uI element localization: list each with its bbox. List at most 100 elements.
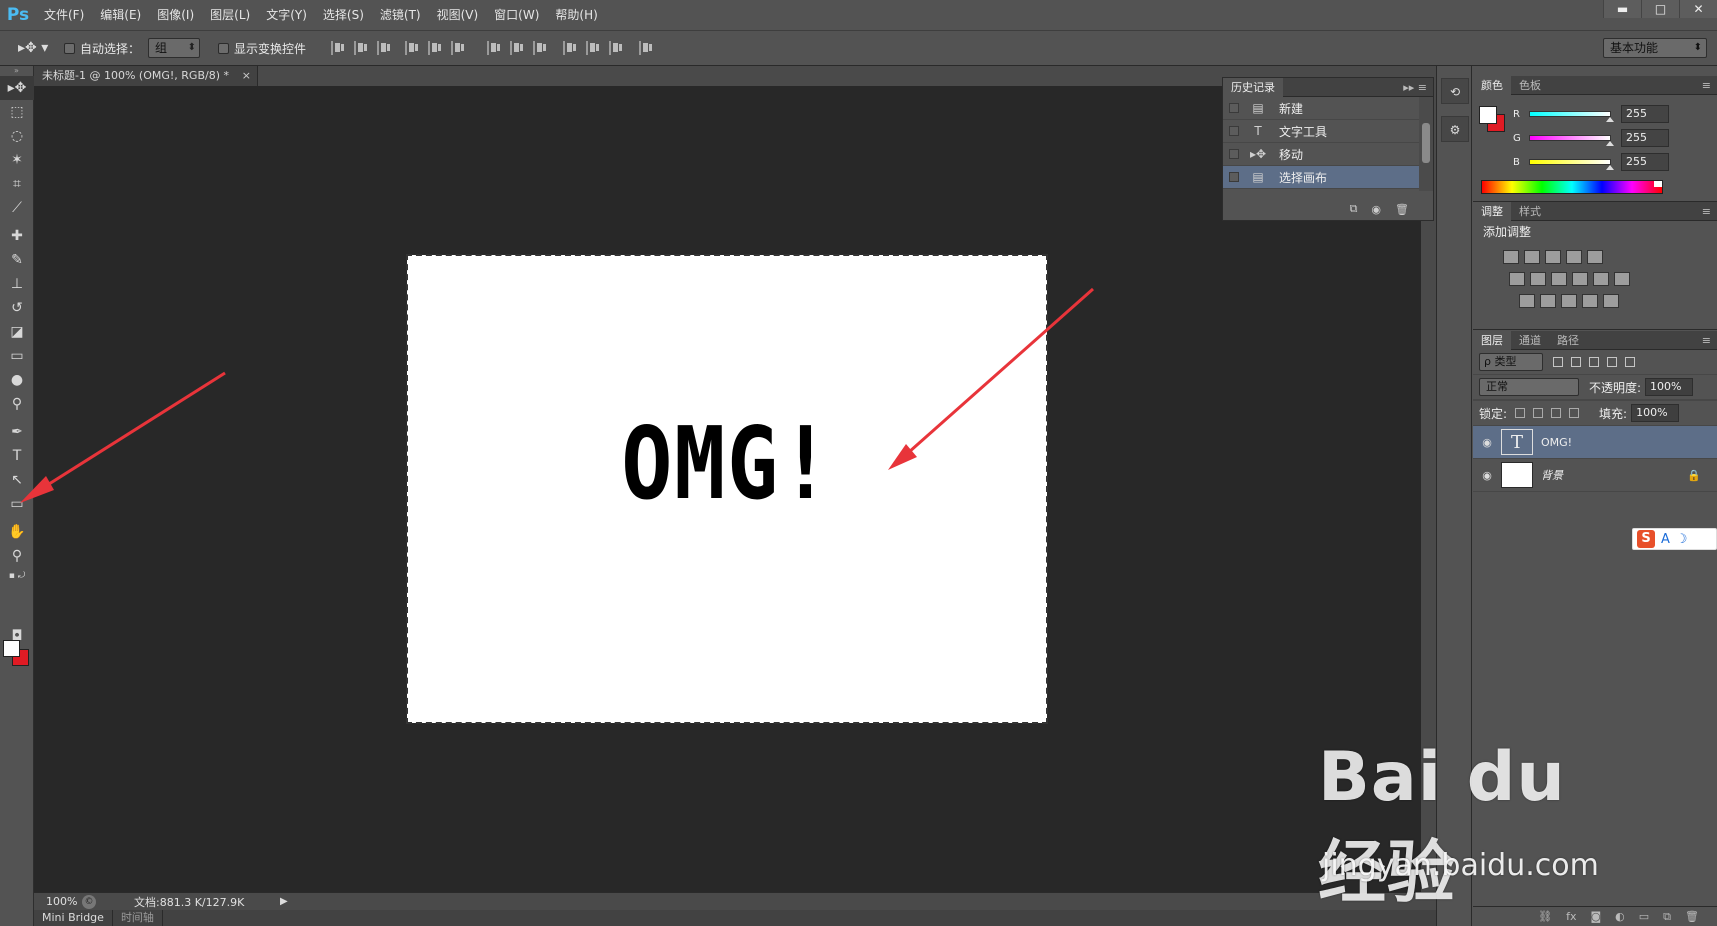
foreground-color-swatch[interactable] bbox=[1479, 106, 1497, 124]
menu-file[interactable]: 文件(F) bbox=[36, 0, 92, 30]
panel-menu-icon[interactable]: ≡ bbox=[1702, 205, 1711, 218]
align-vcenter-icon[interactable] bbox=[354, 41, 368, 55]
align-hcenter-icon[interactable] bbox=[428, 41, 442, 55]
history-item-selected[interactable]: ▤ 选择画布 bbox=[1223, 166, 1420, 189]
tab-swatches[interactable]: 色板 bbox=[1511, 76, 1549, 95]
levels-icon[interactable] bbox=[1524, 250, 1540, 264]
menu-help[interactable]: 帮助(H) bbox=[547, 0, 605, 30]
menu-filter[interactable]: 滤镜(T) bbox=[372, 0, 429, 30]
history-snapshot-checkbox[interactable] bbox=[1229, 149, 1239, 159]
pen-tool-icon[interactable]: ✒ bbox=[0, 420, 34, 444]
distribute-left-icon[interactable] bbox=[563, 41, 577, 55]
menu-window[interactable]: 窗口(W) bbox=[486, 0, 547, 30]
tab-channels[interactable]: 通道 bbox=[1511, 331, 1549, 350]
zoom-tool-icon[interactable]: ⚲ bbox=[0, 544, 34, 568]
opacity-input[interactable]: 100% bbox=[1645, 378, 1694, 396]
layer-row-text[interactable]: ◉ T OMG! bbox=[1473, 426, 1717, 459]
close-button[interactable]: ✕ bbox=[1679, 0, 1717, 18]
lasso-tool-icon[interactable]: ◌ bbox=[0, 124, 34, 148]
tab-mini-bridge[interactable]: Mini Bridge bbox=[34, 910, 113, 926]
history-panel-icon[interactable]: ⟲ bbox=[1441, 78, 1469, 104]
color-lookup-icon[interactable] bbox=[1614, 272, 1630, 286]
history-item[interactable]: ▤ 新建 bbox=[1223, 97, 1420, 120]
marquee-tool-icon[interactable]: ⬚ bbox=[0, 100, 34, 124]
vibrance-icon[interactable] bbox=[1587, 250, 1603, 264]
menu-type[interactable]: 文字(Y) bbox=[258, 0, 315, 30]
align-bottom-icon[interactable] bbox=[377, 41, 391, 55]
menu-image[interactable]: 图像(I) bbox=[149, 0, 202, 30]
lock-position-icon[interactable] bbox=[1551, 408, 1562, 418]
blue-value[interactable]: 255 bbox=[1621, 153, 1669, 171]
toolbox-grip-icon[interactable]: » bbox=[0, 66, 33, 76]
align-right-icon[interactable] bbox=[451, 41, 465, 55]
brush-tool-icon[interactable]: ✎ bbox=[0, 248, 34, 272]
lock-all-icon[interactable] bbox=[1569, 408, 1580, 418]
layer-style-icon[interactable]: fx bbox=[1566, 910, 1576, 923]
show-transform-checkbox[interactable] bbox=[218, 42, 230, 54]
distribute-hcenter-icon[interactable] bbox=[586, 41, 600, 55]
ime-toolbar[interactable]: S A ☽ bbox=[1632, 528, 1717, 550]
history-snapshot-checkbox[interactable] bbox=[1229, 103, 1239, 113]
tab-paths[interactable]: 路径 bbox=[1549, 331, 1587, 350]
red-slider[interactable] bbox=[1529, 111, 1614, 122]
history-snapshot-checkbox[interactable] bbox=[1229, 172, 1239, 182]
history-item[interactable]: ▸✥ 移动 bbox=[1223, 143, 1420, 166]
green-value[interactable]: 255 bbox=[1621, 129, 1669, 147]
visibility-eye-icon[interactable]: ◉ bbox=[1473, 469, 1501, 482]
tab-styles[interactable]: 样式 bbox=[1511, 202, 1549, 221]
link-layers-icon[interactable]: ⛓ bbox=[1538, 910, 1552, 923]
menu-edit[interactable]: 编辑(E) bbox=[92, 0, 149, 30]
document-canvas[interactable]: OMG! bbox=[406, 254, 1048, 724]
threshold-icon[interactable] bbox=[1561, 294, 1577, 308]
blend-mode-dropdown[interactable]: 正常 bbox=[1479, 378, 1579, 396]
visibility-eye-icon[interactable]: ◉ bbox=[1473, 436, 1501, 449]
ime-mode-label[interactable]: A bbox=[1661, 532, 1670, 547]
black-white-icon[interactable] bbox=[1551, 272, 1567, 286]
add-mask-icon[interactable]: ◙ bbox=[1590, 910, 1601, 923]
exposure-icon[interactable] bbox=[1566, 250, 1582, 264]
brightness-contrast-icon[interactable] bbox=[1503, 250, 1519, 264]
invert-icon[interactable] bbox=[1519, 294, 1535, 308]
swap-colors-icon[interactable]: ▪ ⤾ bbox=[0, 568, 34, 584]
gradient-map-icon[interactable] bbox=[1603, 294, 1619, 308]
red-value[interactable]: 255 bbox=[1621, 105, 1669, 123]
crop-tool-icon[interactable]: ⌗ bbox=[0, 172, 34, 196]
panel-menu-icon[interactable]: ≡ bbox=[1702, 79, 1711, 92]
menu-view[interactable]: 视图(V) bbox=[429, 0, 487, 30]
photo-filter-icon[interactable] bbox=[1572, 272, 1588, 286]
properties-panel-icon[interactable]: ⚙ bbox=[1441, 116, 1469, 142]
magic-wand-tool-icon[interactable]: ✶ bbox=[0, 148, 34, 172]
restore-button[interactable]: □ bbox=[1641, 0, 1679, 18]
panel-menu-icon[interactable]: ≡ bbox=[1702, 334, 1711, 347]
auto-select-dropdown[interactable]: 组 bbox=[148, 38, 201, 58]
tab-timeline[interactable]: 时间轴 bbox=[113, 910, 163, 926]
lock-transparent-icon[interactable] bbox=[1515, 408, 1526, 418]
zoom-level[interactable]: 100% bbox=[34, 895, 77, 908]
new-adjustment-layer-icon[interactable]: ◐ bbox=[1615, 910, 1625, 923]
blue-slider[interactable] bbox=[1529, 159, 1614, 170]
history-item[interactable]: T 文字工具 bbox=[1223, 120, 1420, 143]
lock-image-icon[interactable] bbox=[1533, 408, 1544, 418]
minimize-button[interactable]: ▬ bbox=[1603, 0, 1641, 18]
hand-tool-icon[interactable]: ✋ bbox=[0, 520, 34, 544]
auto-select-checkbox[interactable] bbox=[64, 42, 75, 54]
history-brush-tool-icon[interactable]: ↺ bbox=[0, 296, 34, 320]
distribute-top-icon[interactable] bbox=[487, 41, 501, 55]
color-balance-icon[interactable] bbox=[1530, 272, 1546, 286]
close-tab-icon[interactable]: × bbox=[242, 66, 251, 86]
ime-punctuation-icon[interactable]: ☽ bbox=[1676, 532, 1688, 547]
layer-kind-dropdown[interactable]: ρ 类型 bbox=[1479, 353, 1543, 371]
distribute-right-icon[interactable] bbox=[609, 41, 623, 55]
foreground-color-swatch[interactable] bbox=[3, 640, 20, 657]
clone-stamp-tool-icon[interactable]: ⊥ bbox=[0, 272, 34, 296]
type-filter-icon[interactable] bbox=[1589, 357, 1599, 367]
status-info-icon[interactable]: © bbox=[82, 894, 96, 909]
tab-color[interactable]: 颜色 bbox=[1473, 75, 1511, 95]
tab-history[interactable]: 历史记录 bbox=[1223, 77, 1283, 97]
history-snapshot-checkbox[interactable] bbox=[1229, 126, 1239, 136]
adjustment-filter-icon[interactable] bbox=[1571, 357, 1581, 367]
scroll-thumb[interactable] bbox=[1422, 123, 1430, 163]
new-group-icon[interactable]: ▭ bbox=[1639, 910, 1649, 923]
menu-layer[interactable]: 图层(L) bbox=[202, 0, 258, 30]
menu-select[interactable]: 选择(S) bbox=[315, 0, 372, 30]
